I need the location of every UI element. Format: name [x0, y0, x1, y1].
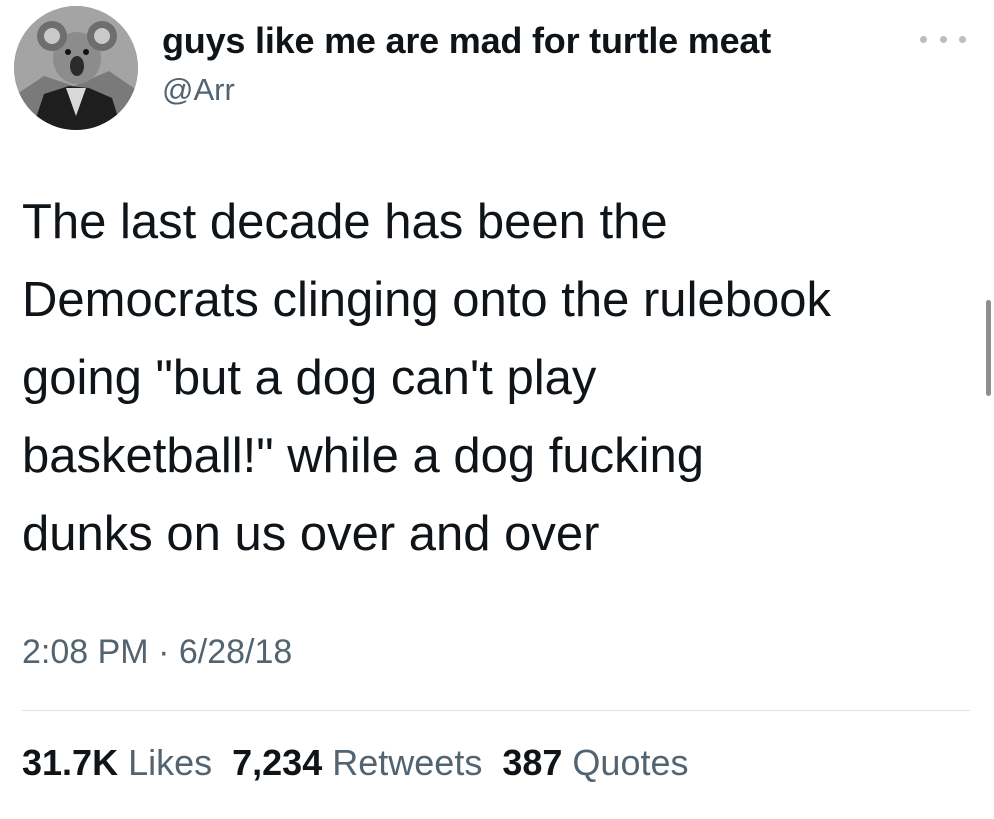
more-dot [920, 35, 927, 43]
engagement-stats: 31.7K Likes 7,234 Retweets 387 Quotes [22, 742, 689, 784]
tweet-text-line: basketball!" while a dog fucking [22, 429, 705, 483]
more-dot [959, 35, 966, 43]
quotes-stat[interactable]: 387 Quotes [502, 742, 688, 784]
tweet-text-line: going "but a dog can't play [22, 351, 597, 405]
avatar[interactable] [14, 6, 138, 130]
more-options-icon[interactable] [920, 28, 966, 50]
retweets-stat[interactable]: 7,234 Retweets [232, 742, 482, 784]
likes-stat[interactable]: 31.7K Likes [22, 742, 212, 784]
user-handle[interactable]: @Arr [162, 72, 235, 108]
tweet-text-line: Democrats clinging onto the rulebook [22, 273, 831, 327]
divider [22, 710, 970, 711]
quotes-label: Quotes [572, 742, 689, 783]
koala-avatar-icon [14, 6, 138, 130]
tweet-text-line: dunks on us over and over [22, 507, 600, 561]
more-dot [939, 35, 947, 43]
retweets-label: Retweets [332, 742, 483, 783]
scrollbar[interactable] [986, 300, 991, 396]
likes-label: Likes [128, 742, 213, 783]
tweet-card: guys like me are mad for turtle meat @Ar… [0, 0, 994, 819]
quotes-count: 387 [502, 742, 563, 783]
retweets-count: 7,234 [232, 742, 323, 783]
tweet-timestamp[interactable]: 2:08 PM · 6/28/18 [22, 633, 292, 672]
display-name[interactable]: guys like me are mad for turtle meat [162, 20, 771, 62]
likes-count: 31.7K [22, 742, 119, 783]
tweet-text: The last decade has been the Democrats c… [22, 183, 977, 573]
tweet-text-line: The last decade has been the [22, 195, 668, 249]
